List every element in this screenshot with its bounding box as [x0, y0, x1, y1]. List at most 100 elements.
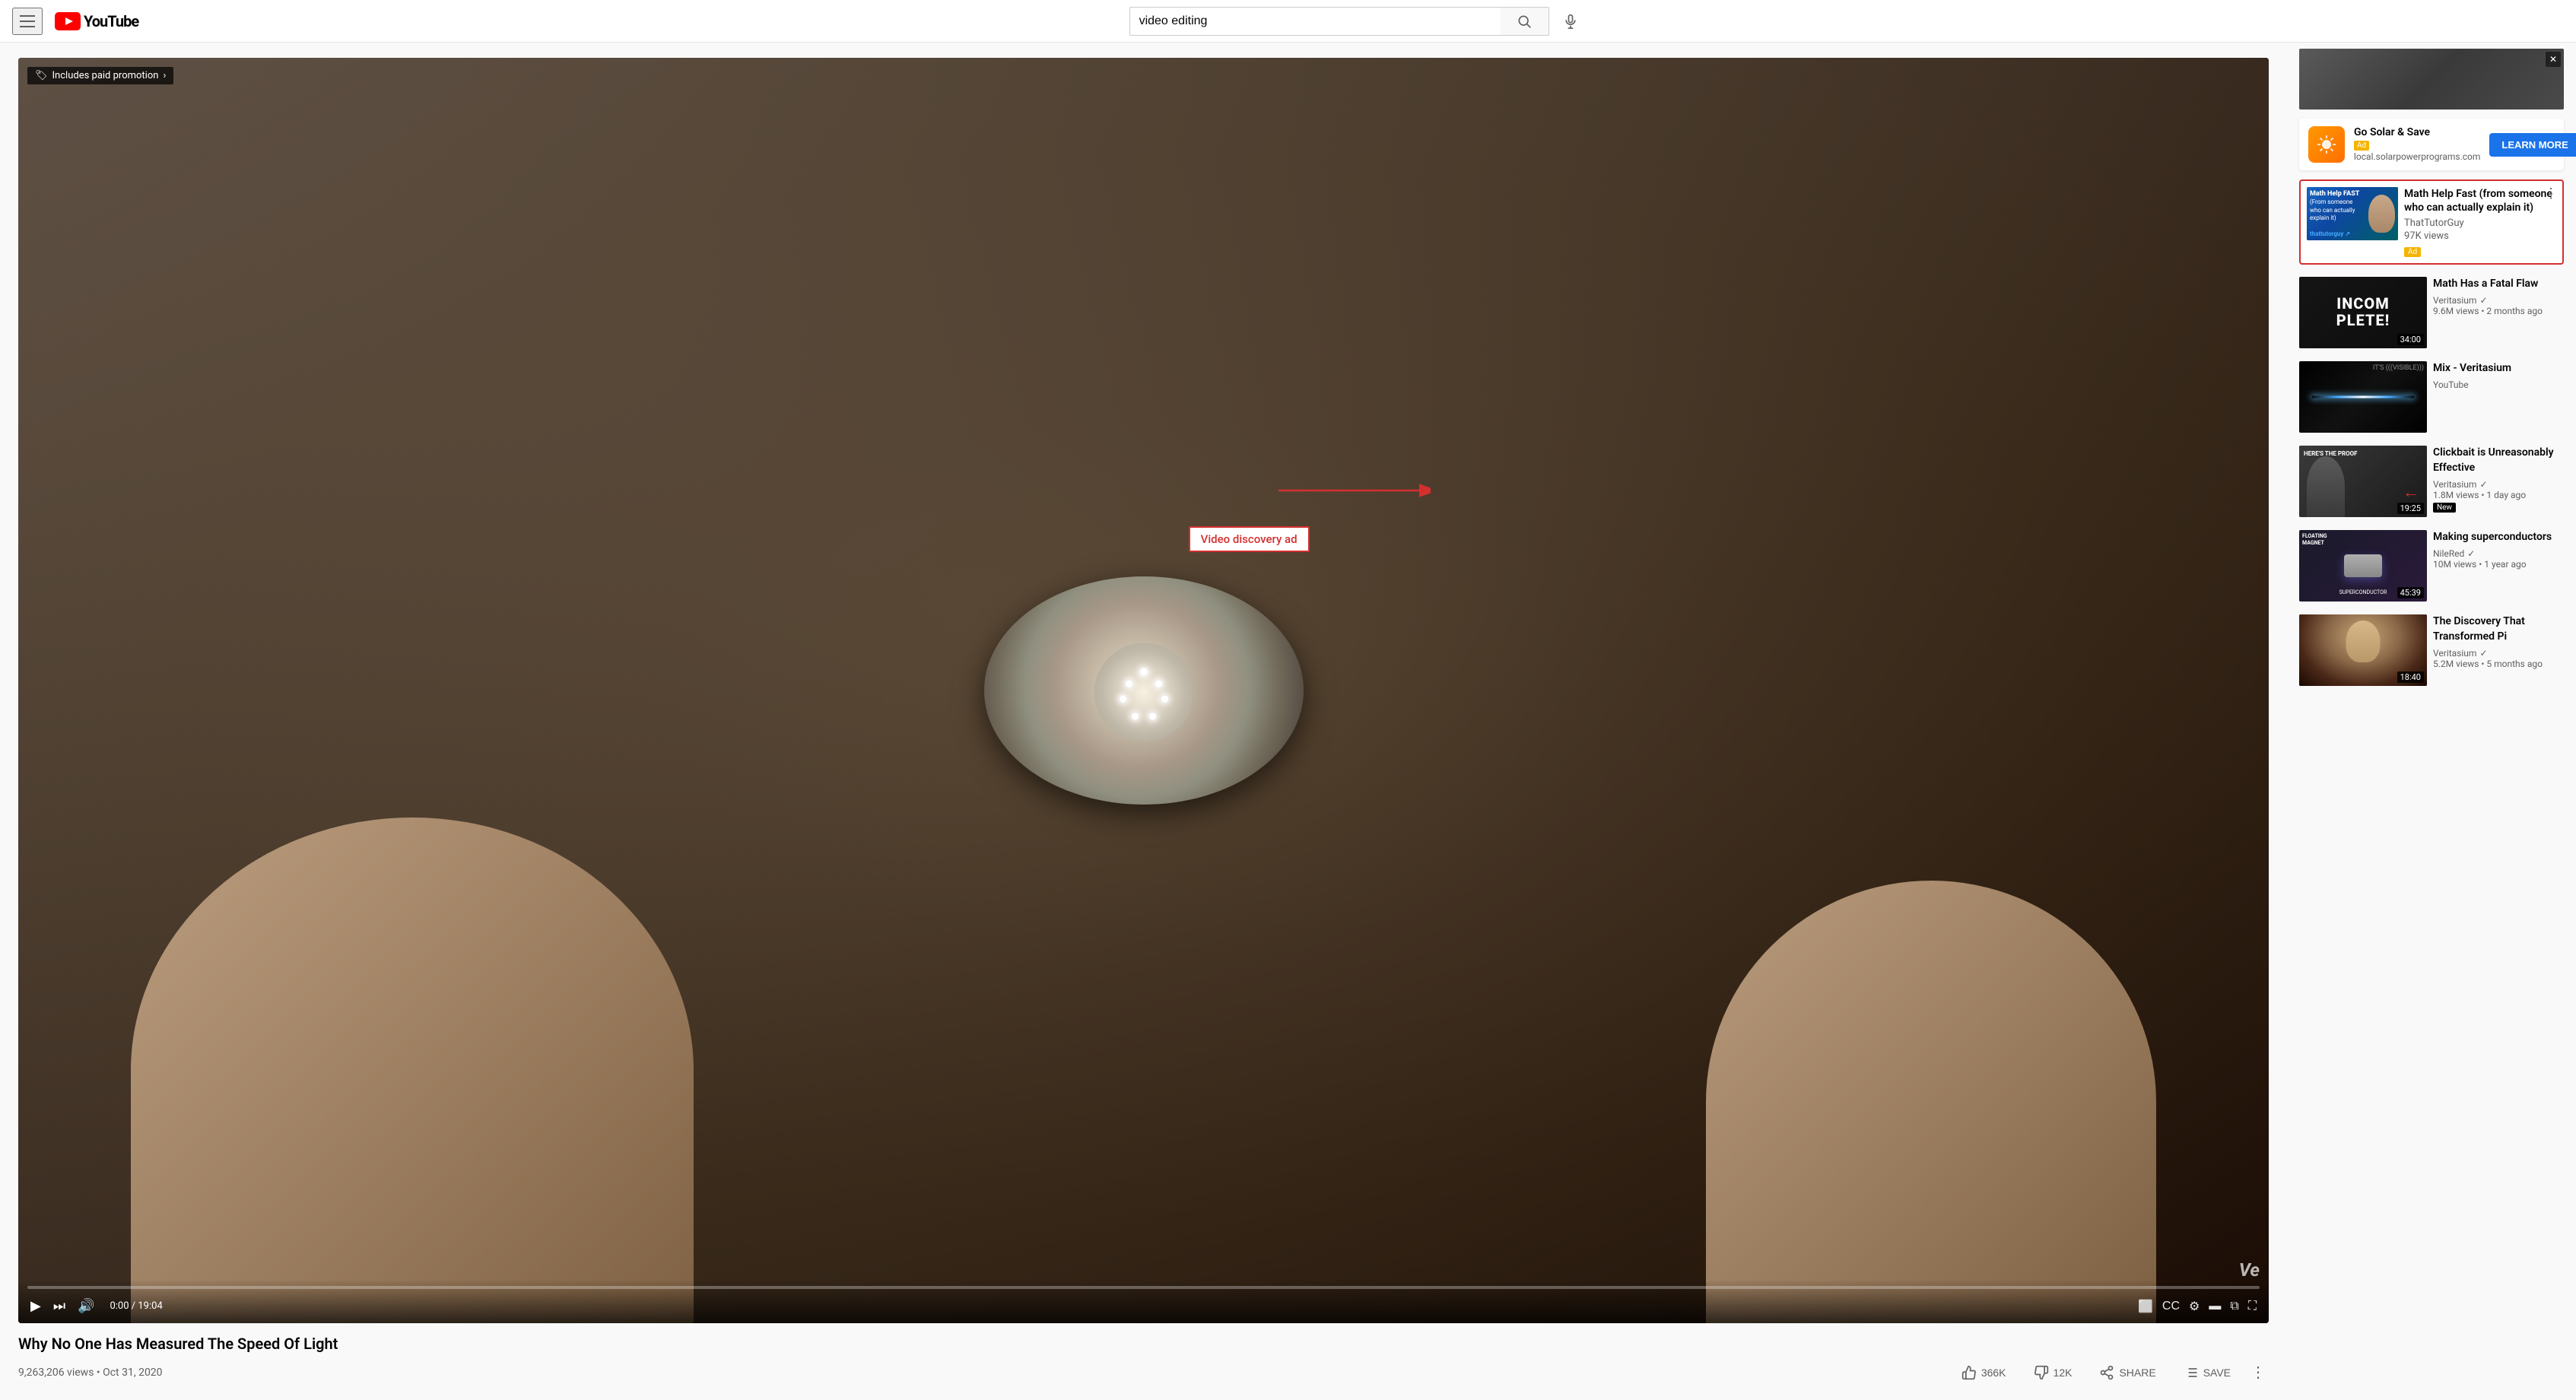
search-input[interactable]	[1129, 7, 1501, 36]
related-title-0: Math Has a Fatal Flaw	[2433, 277, 2564, 292]
controls-right: ⬜ CC ⚙ ▬ ⧉ ⛶	[2135, 1296, 2260, 1317]
related-channel-0: Veritasium ✓	[2433, 295, 2564, 306]
discovery-ad-channel: ThatTutorGuy	[2404, 217, 2556, 229]
verified-icon-2: ✓	[2479, 479, 2487, 490]
related-info-1: Mix - Veritasium YouTube	[2433, 361, 2564, 433]
learn-more-button[interactable]: LEARN MORE	[2489, 133, 2576, 157]
related-thumbnail-3: FLOATINGMAGNET SUPERCONDUCTOR 45:39	[2299, 530, 2427, 602]
verified-icon-0: ✓	[2479, 295, 2487, 306]
share-button[interactable]: SHARE	[2088, 1360, 2166, 1385]
related-channel-2: Veritasium ✓	[2433, 479, 2564, 490]
related-info-2: Clickbait is Unreasonably Effective Veri…	[2433, 446, 2564, 517]
related-thumbnail-2: ← HERE'S THE PROOF 19:25	[2299, 446, 2427, 517]
solar-ad-title: Go Solar & Save	[2354, 126, 2480, 138]
hamburger-menu-button[interactable]	[12, 8, 43, 35]
paid-promotion-badge[interactable]: 🏷 Includes paid promotion ›	[27, 67, 173, 84]
sidebar-ad-banner: ✕	[2299, 49, 2564, 110]
related-views-0: 9.6M views • 2 months ago	[2433, 306, 2564, 316]
related-video-card[interactable]: FLOATINGMAGNET SUPERCONDUCTOR 45:39 Maki…	[2299, 524, 2564, 608]
video-player[interactable]: Ve 🏷 Includes paid promotion › Video dis…	[18, 58, 2269, 1323]
related-title-3: Making superconductors	[2433, 530, 2564, 545]
related-duration-3: 45:39	[2397, 587, 2424, 598]
paid-promo-chevron: ›	[163, 70, 166, 81]
miniplayer-button[interactable]: ⬜	[2135, 1296, 2156, 1317]
search-button[interactable]	[1501, 7, 1549, 36]
solar-ad-url: local.solarpowerprograms.com	[2354, 151, 2480, 162]
volume-button[interactable]: 🔊	[75, 1295, 97, 1317]
related-video-card[interactable]: IT'S (((VISIBLE))) Mix - Veritasium YouT…	[2299, 355, 2564, 440]
microphone-button[interactable]	[1555, 6, 1586, 37]
discovery-ad-title: Math Help Fast (from someone who can act…	[2404, 187, 2556, 214]
fullscreen-button[interactable]: ⛶	[2245, 1297, 2260, 1316]
video-views: 9,263,206 views • Oct 31, 2020	[18, 1367, 163, 1379]
solar-ad-meta: Ad local.solarpowerprograms.com	[2354, 138, 2480, 163]
search-bar	[1129, 6, 1586, 37]
youtube-logo[interactable]: YouTube	[55, 12, 138, 30]
save-button[interactable]: SAVE	[2173, 1360, 2241, 1385]
progress-bar[interactable]	[27, 1286, 2260, 1289]
related-channel-4: Veritasium ✓	[2433, 648, 2564, 659]
theater-button[interactable]: ▬	[2206, 1297, 2224, 1316]
like-button[interactable]: 366K	[1951, 1360, 2017, 1385]
like-count: 366K	[1981, 1367, 2006, 1379]
new-badge-2: New	[2433, 503, 2456, 513]
related-info-0: Math Has a Fatal Flaw Veritasium ✓ 9.6M …	[2433, 277, 2564, 348]
related-thumbnail-4: 18:40	[2299, 614, 2427, 686]
discovery-ad-info: Math Help Fast (from someone who can act…	[2404, 187, 2556, 257]
video-info: Why No One Has Measured The Speed Of Lig…	[18, 1334, 2269, 1385]
related-video-card[interactable]: INCOM PLETE! 34:00 Math Has a Fatal Flaw…	[2299, 271, 2564, 355]
header: YouTube	[0, 0, 2576, 43]
related-video-card[interactable]: 18:40 The Discovery That Transformed Pi …	[2299, 608, 2564, 693]
related-channel-3: NileRed ✓	[2433, 548, 2564, 559]
verified-icon-3: ✓	[2467, 548, 2475, 559]
paid-promo-text: Includes paid promotion	[52, 70, 159, 81]
related-info-4: The Discovery That Transformed Pi Verita…	[2433, 614, 2564, 686]
discovery-ad-thumb-brand: thattutorguy ↗	[2310, 230, 2350, 237]
ad-banner-close-button[interactable]: ✕	[2546, 52, 2561, 67]
related-thumbnail-0: INCOM PLETE! 34:00	[2299, 277, 2427, 348]
microphone-icon	[1563, 14, 1578, 29]
solar-ad-info: Go Solar & Save Ad local.solarpowerprogr…	[2354, 126, 2480, 163]
more-options-button[interactable]: ⋮	[2247, 1360, 2269, 1385]
verified-icon-4: ✓	[2479, 648, 2487, 659]
youtube-logo-icon	[55, 12, 81, 30]
video-actions: 366K 12K SHARE SAVE ⋮	[1951, 1360, 2269, 1385]
related-title-2: Clickbait is Unreasonably Effective	[2433, 446, 2564, 475]
picture-in-picture-button[interactable]: ⧉	[2227, 1297, 2241, 1316]
related-video-card[interactable]: ← HERE'S THE PROOF 19:25 Clickbait is Un…	[2299, 440, 2564, 524]
solar-ad-icon	[2308, 126, 2345, 163]
ad-banner-image	[2299, 49, 2564, 110]
play-button[interactable]: ▶	[27, 1295, 44, 1317]
video-discovery-ad-label: Video discovery ad	[1189, 526, 1310, 552]
solar-ad-badge: Ad	[2354, 141, 2369, 151]
thumbs-up-icon	[1961, 1365, 1977, 1380]
related-duration-2: 19:25	[2397, 503, 2424, 514]
discovery-ad-card[interactable]: Math Help FAST(From someonewho can actua…	[2299, 179, 2564, 265]
discovery-ad-more-button[interactable]: ⋮	[2544, 186, 2558, 202]
time-display: 0:00 / 19:04	[110, 1300, 162, 1312]
subtitles-button[interactable]: CC	[2159, 1297, 2183, 1316]
settings-button[interactable]: ⚙	[2186, 1296, 2203, 1317]
video-title: Why No One Has Measured The Speed Of Lig…	[18, 1334, 2269, 1354]
paid-promo-icon: 🏷	[35, 70, 48, 81]
share-label: SHARE	[2119, 1367, 2155, 1379]
solar-ad-card[interactable]: Go Solar & Save Ad local.solarpowerprogr…	[2299, 119, 2564, 170]
video-meta: 9,263,206 views • Oct 31, 2020 366K 12K …	[18, 1360, 2269, 1385]
save-label: SAVE	[2203, 1367, 2231, 1379]
related-views-3: 10M views • 1 year ago	[2433, 559, 2564, 570]
dislike-button[interactable]: 12K	[2023, 1360, 2083, 1385]
next-button[interactable]: ⏭	[50, 1295, 68, 1317]
video-controls: ▶ ⏭ 🔊 0:00 / 19:04 ⬜ CC ⚙ ▬ ⧉ ⛶	[18, 1280, 2269, 1323]
youtube-logo-text: YouTube	[84, 12, 138, 30]
discovery-ad-badge: Ad	[2404, 247, 2421, 257]
dislike-count: 12K	[2053, 1367, 2073, 1379]
laser-beam	[2312, 396, 2414, 398]
discovery-ad-views: 97K views	[2404, 230, 2556, 242]
related-title-1: Mix - Veritasium	[2433, 361, 2564, 376]
main-layout: Ve 🏷 Includes paid promotion › Video dis…	[0, 43, 2576, 1400]
video-thumbnail	[18, 58, 2269, 1323]
search-icon	[1517, 14, 1532, 29]
sidebar: ✕	[2287, 43, 2576, 1400]
related-thumbnail-1: IT'S (((VISIBLE)))	[2299, 361, 2427, 433]
video-section: Ve 🏷 Includes paid promotion › Video dis…	[0, 43, 2287, 1400]
